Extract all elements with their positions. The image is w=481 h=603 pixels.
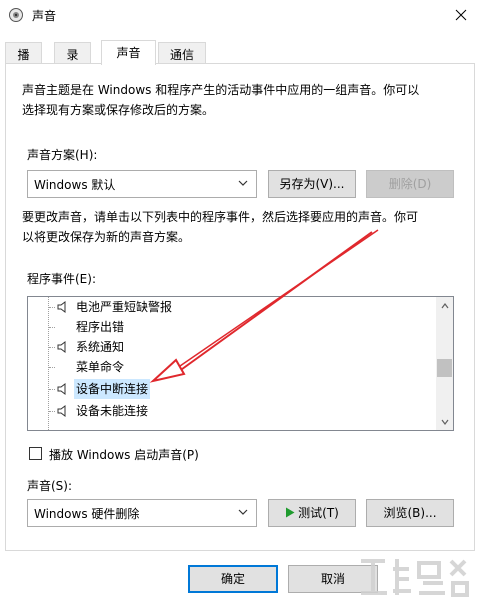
speaker-icon: [57, 383, 66, 395]
close-icon: [455, 9, 467, 21]
chevron-down-icon: [238, 180, 248, 186]
save-as-button[interactable]: 另存为(V)...: [268, 170, 356, 198]
sound-label: 声音(S):: [27, 479, 73, 493]
test-button[interactable]: 测试(T): [268, 499, 356, 527]
vertical-scrollbar[interactable]: [436, 297, 453, 430]
speaker-app-icon: [9, 8, 23, 22]
watermark-logo: [361, 559, 469, 597]
list-item[interactable]: 程序出错: [28, 317, 436, 337]
list-item[interactable]: 设备未能连接: [28, 401, 436, 421]
title-bar: 声音: [0, 0, 481, 30]
program-events-label: 程序事件(E):: [27, 272, 96, 286]
speaker-icon: [57, 341, 66, 353]
instructions-text: 要更改声音，请单击以下列表中的程序事件，然后选择要应用的声音。你可 以将更改保存…: [22, 210, 419, 244]
play-icon: [286, 507, 295, 518]
tab-communications[interactable]: 通信: [158, 42, 206, 64]
speaker-icon: [57, 301, 66, 313]
sound-dropdown[interactable]: Windows 硬件删除: [27, 499, 257, 527]
program-events-list[interactable]: 电池严重短缺警报 程序出错 系统通知 菜单命令 设备中断连接 设备未能连接: [27, 296, 454, 431]
window-title: 声音: [32, 9, 57, 23]
startup-sound-label[interactable]: 播放 Windows 启动声音(P): [49, 446, 199, 463]
browse-button[interactable]: 浏览(B)...: [366, 499, 454, 527]
startup-sound-checkbox[interactable]: [29, 447, 42, 460]
list-item[interactable]: 系统通知: [28, 337, 436, 357]
close-button[interactable]: [441, 0, 481, 30]
sound-scheme-dropdown[interactable]: Windows 默认: [27, 170, 257, 198]
scroll-up-button[interactable]: [436, 297, 453, 314]
scheme-label: 声音方案(H):: [27, 148, 98, 162]
tab-recording[interactable]: 录制: [54, 42, 91, 79]
tab-sounds[interactable]: 声音: [101, 40, 156, 65]
chevron-down-icon: [441, 419, 448, 425]
chevron-down-icon: [238, 509, 248, 515]
intro-text: 声音主题是在 Windows 和程序产生的活动事件中应用的一组声音。你可以 选择…: [22, 83, 420, 117]
list-item[interactable]: 菜单命令: [28, 357, 436, 377]
delete-button[interactable]: 删除(D): [366, 170, 454, 198]
ok-button[interactable]: 确定: [188, 565, 278, 593]
tab-playback[interactable]: 播放: [5, 42, 42, 79]
speaker-icon: [57, 405, 66, 417]
list-item-selected[interactable]: 设备中断连接: [28, 379, 436, 399]
list-item[interactable]: 电池严重短缺警报: [28, 297, 436, 317]
scroll-down-button[interactable]: [436, 413, 453, 430]
scroll-thumb[interactable]: [437, 359, 452, 377]
chevron-up-icon: [441, 302, 448, 308]
